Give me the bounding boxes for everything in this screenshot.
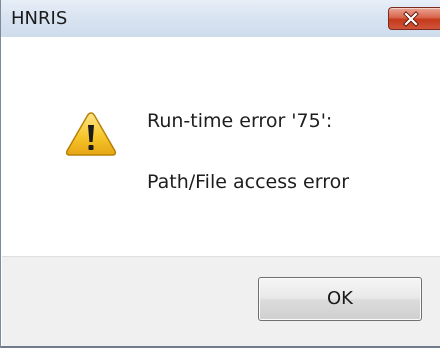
close-icon [403,11,419,27]
ok-button[interactable]: OK [258,277,422,321]
close-button[interactable] [388,7,440,30]
error-dialog: HNRIS Run-time error '75': Path/File acc… [0,0,440,348]
window-title: HNRIS [11,8,68,29]
error-detail-text: Path/File access error [147,171,350,193]
warning-icon [65,112,117,156]
error-title-text: Run-time error '75': [147,110,333,132]
title-bar[interactable]: HNRIS [1,0,440,37]
